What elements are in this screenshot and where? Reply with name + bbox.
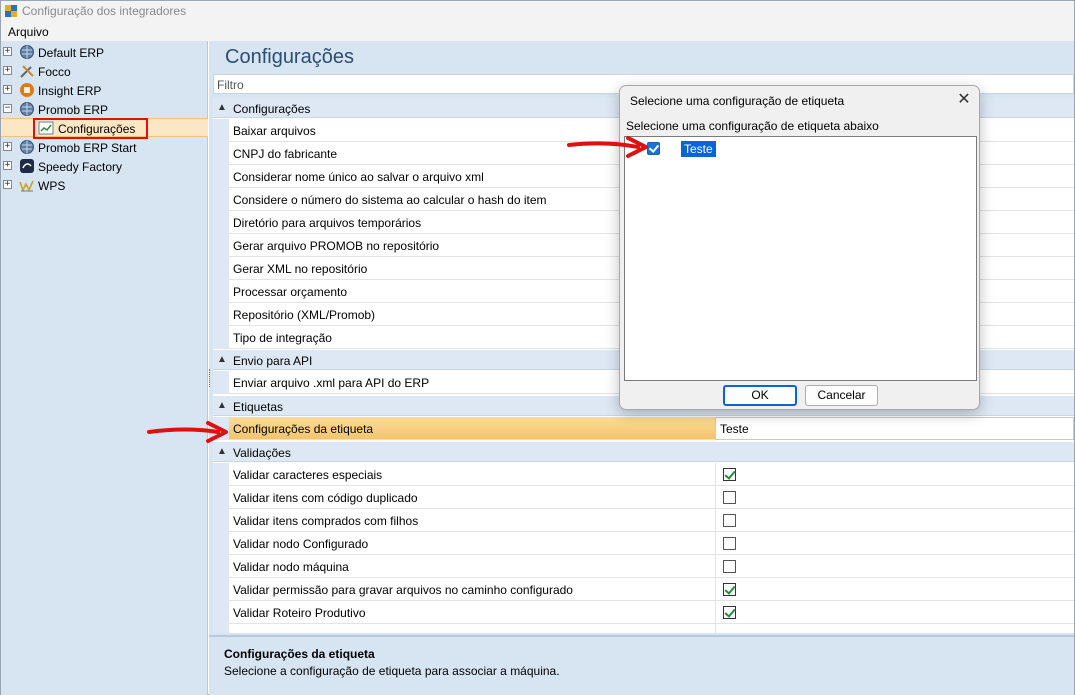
app-window: Configuração dos integradores Arquivo + … <box>0 0 1075 695</box>
expand-icon[interactable]: + <box>3 180 12 189</box>
tree-node-promob-erp-start[interactable]: + Promob ERP Start <box>1 138 208 157</box>
checkbox[interactable] <box>723 491 736 504</box>
property-name: Considerar nome único ao salvar o arquiv… <box>233 170 484 184</box>
tree-node-default-erp[interactable]: + Default ERP <box>1 43 208 62</box>
tools-icon <box>20 65 34 78</box>
property-name: Validar itens comprados com filhos <box>233 514 419 528</box>
description-pane: Configurações da etiqueta Selecione a co… <box>209 635 1074 695</box>
category-validacoes[interactable]: ▲ Validações <box>213 442 1074 462</box>
checkbox[interactable] <box>723 583 736 596</box>
tree-node-label: WPS <box>38 179 66 193</box>
tree-node-label: Promob ERP Start <box>38 141 137 155</box>
tree-node-insight-erp[interactable]: + Insight ERP <box>1 81 208 100</box>
tree-node-speedy-factory[interactable]: + Speedy Factory <box>1 157 208 176</box>
property-name: Tipo de integração <box>233 331 332 345</box>
checkbox[interactable] <box>723 514 736 527</box>
property-row-selected[interactable]: Configurações da etiqueta Teste <box>213 417 1074 440</box>
tree-node-label: Focco <box>38 65 71 79</box>
menu-bar: Arquivo <box>1 22 1074 41</box>
dialog-instruction: Selecione uma configuração de etiqueta a… <box>626 119 879 133</box>
annotation-arrow-dialog <box>567 136 648 158</box>
tree-node-promob-erp[interactable]: − Promob ERP <box>1 100 208 119</box>
tree-node-wps[interactable]: + WPS <box>1 176 208 195</box>
property-name: Validar itens com código duplicado <box>233 491 418 505</box>
insight-icon <box>20 83 34 97</box>
checkbox[interactable] <box>723 468 736 481</box>
ok-button[interactable]: OK <box>723 385 797 406</box>
tree-node-label: Insight ERP <box>38 84 102 98</box>
cancel-button[interactable]: Cancelar <box>805 385 878 406</box>
collapse-chevron-icon[interactable]: ▲ <box>217 354 227 365</box>
splitter-handle[interactable] <box>209 369 212 387</box>
category-label: Envio para API <box>233 354 313 368</box>
app-icon <box>5 5 17 17</box>
globe-icon <box>20 102 34 116</box>
property-name: Validar Roteiro Produtivo <box>233 606 366 620</box>
property-name: Configurações da etiqueta <box>233 422 374 436</box>
list-item-label: Teste <box>681 141 716 157</box>
property-name: Validar caracteres especiais <box>233 468 383 482</box>
property-name: Repositório (XML/Promob) <box>233 308 376 322</box>
description-title: Configurações da etiqueta <box>224 647 375 661</box>
property-name: Diretório para arquivos temporários <box>233 216 422 230</box>
property-row[interactable]: Validar nodo Configurado <box>213 532 1074 555</box>
tree-node-focco[interactable]: + Focco <box>1 62 208 81</box>
property-row[interactable]: Validar Roteiro Produtivo <box>213 601 1074 624</box>
page-title: Configurações <box>225 46 354 68</box>
property-row[interactable]: Validar nodo máquina <box>213 555 1074 578</box>
highlight-annotation <box>33 118 148 139</box>
window-title: Configuração dos integradores <box>22 4 187 18</box>
wps-icon <box>19 180 34 192</box>
property-value-editor[interactable] <box>715 417 1074 440</box>
globe-icon <box>20 140 34 154</box>
annotation-arrow-left <box>147 421 228 443</box>
tree-node-label: Promob ERP <box>38 103 109 117</box>
label-config-list[interactable]: Teste <box>624 136 977 381</box>
property-row-partial <box>213 624 1074 633</box>
integrator-tree: + Default ERP + Focco + Insight ERP − Pr… <box>1 41 208 695</box>
tree-node-label: Speedy Factory <box>38 160 123 174</box>
collapse-chevron-icon[interactable]: ▲ <box>217 446 227 457</box>
tree-node-configuracoes[interactable]: Configurações <box>1 118 208 139</box>
collapse-icon[interactable]: − <box>3 104 12 113</box>
title-bar: Configuração dos integradores <box>1 1 1074 22</box>
category-label: Etiquetas <box>233 400 284 414</box>
description-text: Selecione a configuração de etiqueta par… <box>224 664 560 678</box>
property-name: Baixar arquivos <box>233 124 316 138</box>
property-name: Validar nodo máquina <box>233 560 349 574</box>
collapse-chevron-icon[interactable]: ▲ <box>217 400 227 411</box>
tree-node-label: Default ERP <box>38 46 105 60</box>
expand-icon[interactable]: + <box>3 161 12 170</box>
property-name: Considere o número do sistema ao calcula… <box>233 193 547 207</box>
category-label: Configurações <box>233 102 311 116</box>
list-item[interactable]: Teste <box>647 141 807 157</box>
property-name: Validar permissão para gravar arquivos n… <box>233 583 573 597</box>
property-row[interactable]: Validar permissão para gravar arquivos n… <box>213 578 1074 601</box>
property-value[interactable]: Teste <box>720 422 749 436</box>
checkbox[interactable] <box>723 560 736 573</box>
property-name: Enviar arquivo .xml para API do ERP <box>233 376 430 390</box>
expand-icon[interactable]: + <box>3 66 12 75</box>
expand-icon[interactable]: + <box>3 142 12 151</box>
property-row[interactable]: Validar itens com código duplicado <box>213 486 1074 509</box>
select-label-config-dialog: Selecione uma configuração de etiqueta ✕… <box>619 85 980 410</box>
property-row[interactable]: Validar itens comprados com filhos <box>213 509 1074 532</box>
checkbox[interactable] <box>723 606 736 619</box>
dialog-title: Selecione uma configuração de etiqueta <box>630 94 845 108</box>
property-name: Processar orçamento <box>233 285 348 299</box>
speedy-icon <box>20 159 34 173</box>
globe-icon <box>20 45 34 59</box>
close-icon[interactable]: ✕ <box>953 90 975 110</box>
expand-icon[interactable]: + <box>3 47 12 56</box>
property-row[interactable]: Validar caracteres especiais <box>213 463 1074 486</box>
property-name: CNPJ do fabricante <box>233 147 338 161</box>
category-label: Validações <box>233 446 291 460</box>
collapse-chevron-icon[interactable]: ▲ <box>217 102 227 113</box>
checkbox[interactable] <box>723 537 736 550</box>
property-name: Gerar XML no repositório <box>233 262 368 276</box>
expand-icon[interactable]: + <box>3 85 12 94</box>
property-name: Gerar arquivo PROMOB no repositório <box>233 239 440 253</box>
property-name: Validar nodo Configurado <box>233 537 369 551</box>
menu-arquivo[interactable]: Arquivo <box>8 25 49 39</box>
